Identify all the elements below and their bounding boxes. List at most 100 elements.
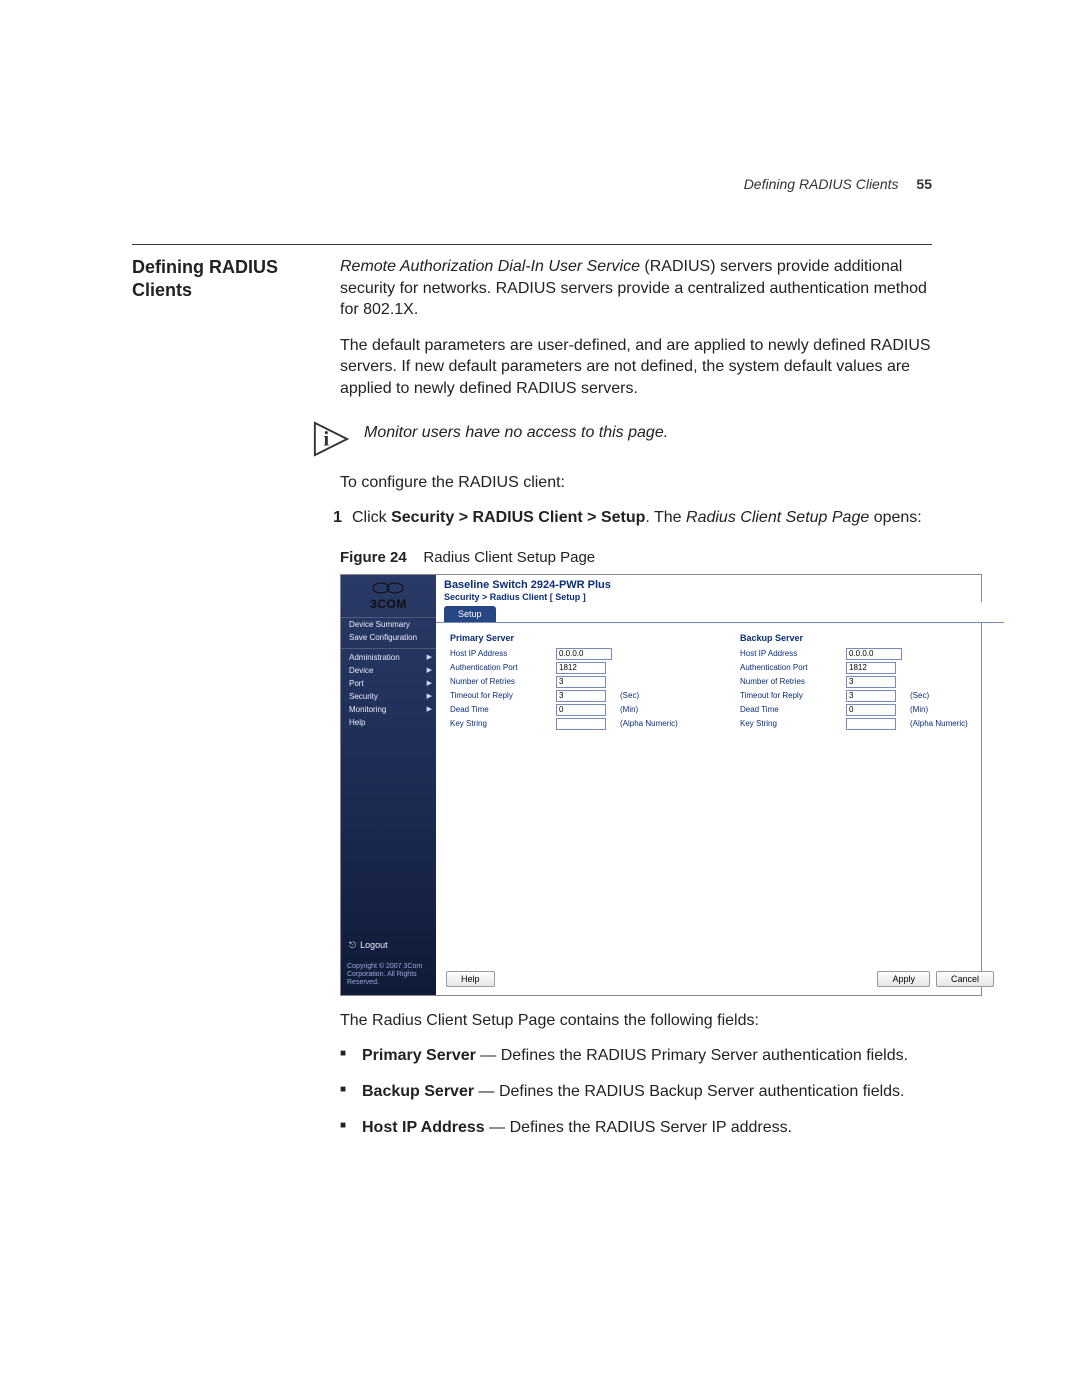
- paragraph-2: The default parameters are user-defined,…: [340, 335, 932, 400]
- page: Defining RADIUS Clients 55 Defining RADI…: [0, 0, 1080, 1397]
- chevron-right-icon: ▶: [427, 653, 432, 661]
- chevron-right-icon: ▶: [427, 679, 432, 687]
- bullet-primary-server: Primary Server — Defines the RADIUS Prim…: [340, 1045, 932, 1067]
- brand-text: 3COM: [370, 597, 407, 611]
- bullet-text: — Defines the RADIUS Backup Server authe…: [474, 1083, 904, 1100]
- apply-button[interactable]: Apply: [877, 971, 930, 987]
- row-label: Timeout for Reply: [450, 689, 556, 703]
- primary-retries-input[interactable]: [556, 676, 606, 688]
- row-unit: [616, 675, 682, 689]
- paragraph-3: To configure the RADIUS client:: [340, 472, 932, 494]
- copyright-text: Copyright © 2007 3Com Corporation. All R…: [341, 957, 436, 995]
- bullet-label: Backup Server: [362, 1083, 474, 1100]
- tab-setup[interactable]: Setup: [444, 606, 496, 622]
- primary-host-ip-input[interactable]: [556, 648, 612, 660]
- row-label: Host IP Address: [450, 647, 556, 661]
- row-unit: [616, 661, 682, 675]
- row-label: Authentication Port: [450, 661, 556, 675]
- paragraph-1-lead-em: Remote Authorization Dial-In User Servic…: [340, 258, 640, 275]
- after-fig-lead: The: [340, 1012, 372, 1029]
- step-1-text: Click Security > RADIUS Client > Setup. …: [352, 507, 932, 529]
- backup-deadtime-input[interactable]: [846, 704, 896, 716]
- row-label: Key String: [740, 717, 846, 731]
- step-1-number: 1: [326, 507, 342, 529]
- backup-retries-input[interactable]: [846, 676, 896, 688]
- backup-timeout-input[interactable]: [846, 690, 896, 702]
- row-unit: [906, 675, 972, 689]
- main-panel: Baseline Switch 2924-PWR Plus Security >…: [436, 575, 1004, 995]
- sidebar-item-administration[interactable]: Administration▶: [341, 651, 436, 664]
- primary-deadtime-input[interactable]: [556, 704, 606, 716]
- row-unit: (Alpha Numeric): [616, 717, 682, 731]
- row-label: Authentication Port: [740, 661, 846, 675]
- primary-auth-port-input[interactable]: [556, 662, 606, 674]
- field-bullet-list: Primary Server — Defines the RADIUS Prim…: [340, 1045, 932, 1138]
- row-label: Number of Retries: [450, 675, 556, 689]
- after-figure-text: The Radius Client Setup Page contains th…: [340, 1010, 932, 1032]
- figure-label: Figure 24: [340, 549, 407, 566]
- sidebar-item-security[interactable]: Security▶: [341, 690, 436, 703]
- row-label: Dead Time: [740, 703, 846, 717]
- after-fig-tail: contains the following fields:: [555, 1012, 759, 1029]
- chevron-right-icon: ▶: [427, 705, 432, 713]
- sidebar-item-port[interactable]: Port▶: [341, 677, 436, 690]
- logout-button[interactable]: ⎋ Logout: [341, 934, 436, 957]
- primary-server-block: Primary Server Host IP Address Authentic…: [450, 633, 700, 961]
- bullet-label: Host IP Address: [362, 1119, 485, 1136]
- figure-caption: Figure 24 Radius Client Setup Page: [340, 549, 932, 566]
- sidebar-section-2: Administration▶ Device▶ Port▶ Security▶ …: [341, 651, 436, 729]
- logout-icon: ⎋: [349, 940, 356, 951]
- row-label: Timeout for Reply: [740, 689, 846, 703]
- svg-text:i: i: [323, 426, 329, 450]
- primary-timeout-input[interactable]: [556, 690, 606, 702]
- running-header: Defining RADIUS Clients 55: [744, 176, 932, 192]
- row-unit: (Alpha Numeric): [906, 717, 972, 731]
- sidebar-item-device[interactable]: Device▶: [341, 664, 436, 677]
- sidebar-item-save-configuration[interactable]: Save Configuration: [341, 631, 436, 644]
- backup-server-block: Backup Server Host IP Address Authentica…: [740, 633, 990, 961]
- backup-server-table: Host IP Address Authentication Port Numb…: [740, 647, 972, 731]
- bullet-host-ip: Host IP Address — Defines the RADIUS Ser…: [340, 1117, 932, 1139]
- backup-host-ip-input[interactable]: [846, 648, 902, 660]
- row-unit: (Sec): [616, 689, 682, 703]
- help-button[interactable]: Help: [446, 971, 495, 987]
- paragraph-1: Remote Authorization Dial-In User Servic…: [340, 256, 932, 321]
- primary-keystring-input[interactable]: [556, 718, 606, 730]
- step-1-em: Radius Client Setup Page: [686, 509, 869, 526]
- info-note-text: Monitor users have no access to this pag…: [364, 420, 668, 442]
- after-fig-em: Radius Client Setup Page: [372, 1012, 555, 1029]
- logout-label: Logout: [360, 940, 388, 950]
- row-unit: (Min): [616, 703, 682, 717]
- row-unit: (Min): [906, 703, 972, 717]
- sidebar: 3COM Device Summary Save Configuration A…: [341, 575, 436, 995]
- sidebar-item-help[interactable]: Help: [341, 716, 436, 729]
- step-1-post: opens:: [869, 509, 921, 526]
- row-unit: [906, 661, 972, 675]
- sidebar-item-device-summary[interactable]: Device Summary: [341, 618, 436, 631]
- info-note-row: i Monitor users have no access to this p…: [312, 420, 932, 458]
- row-label: Key String: [450, 717, 556, 731]
- backup-keystring-input[interactable]: [846, 718, 896, 730]
- after-info-block: To configure the RADIUS client:: [340, 472, 932, 494]
- button-row: Help Apply Cancel: [436, 965, 1004, 995]
- titlebar: Baseline Switch 2924-PWR Plus Security >…: [436, 575, 1004, 602]
- step-1-bold: Security > RADIUS Client > Setup: [391, 509, 645, 526]
- row-unit: (Sec): [906, 689, 972, 703]
- brand-logo: 3COM: [341, 575, 436, 615]
- cancel-button[interactable]: Cancel: [936, 971, 994, 987]
- sidebar-item-monitoring[interactable]: Monitoring▶: [341, 703, 436, 716]
- section-row: Defining RADIUS Clients Remote Authoriza…: [132, 256, 932, 414]
- right-button-group: Apply Cancel: [877, 971, 994, 987]
- backup-server-title: Backup Server: [740, 633, 990, 643]
- content: Defining RADIUS Clients Remote Authoriza…: [132, 256, 932, 1152]
- step-1-pre: Click: [352, 509, 391, 526]
- bullet-backup-server: Backup Server — Defines the RADIUS Backu…: [340, 1081, 932, 1103]
- figure-screenshot: 3COM Device Summary Save Configuration A…: [340, 574, 982, 996]
- backup-auth-port-input[interactable]: [846, 662, 896, 674]
- horizontal-rule: [132, 244, 932, 245]
- step-1-mid: . The: [645, 509, 686, 526]
- section-body: Remote Authorization Dial-In User Servic…: [340, 256, 932, 414]
- step-1: 1 Click Security > RADIUS Client > Setup…: [326, 507, 932, 529]
- row-label: Number of Retries: [740, 675, 846, 689]
- product-name: Baseline Switch 2924-PWR Plus: [444, 579, 996, 591]
